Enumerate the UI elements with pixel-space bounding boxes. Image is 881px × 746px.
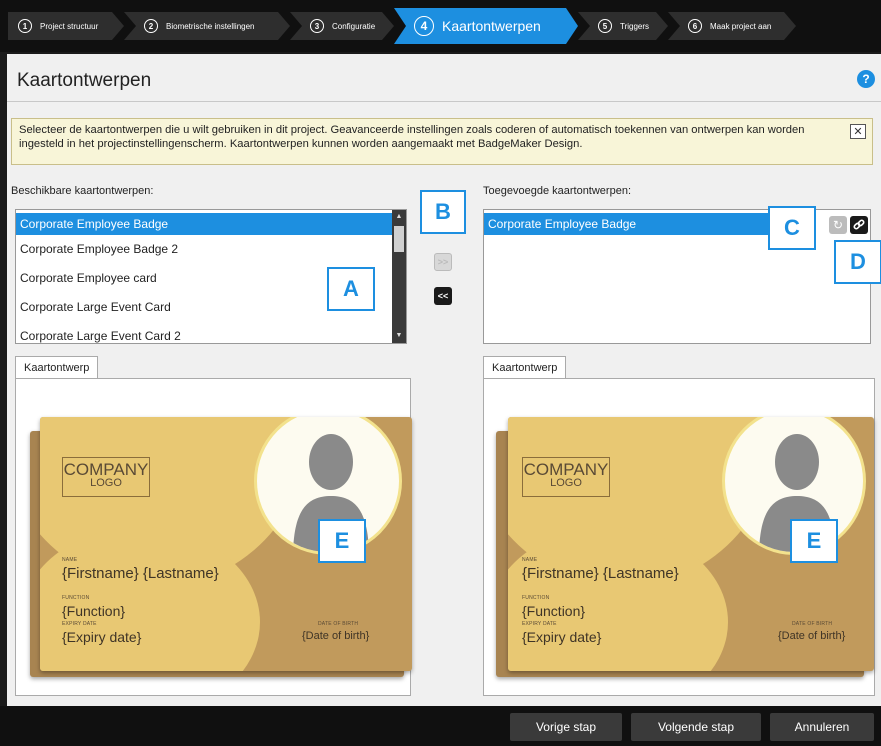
scroll-down-icon[interactable]: ▼ (392, 329, 406, 343)
step-number-5: 5 (598, 19, 612, 33)
company-logo: COMPANY LOGO (522, 457, 610, 497)
remove-design-button[interactable]: << (434, 287, 452, 305)
company-logo: COMPANY LOGO (62, 457, 150, 497)
list-item[interactable]: Corporate Employee Badge (16, 213, 406, 235)
available-designs-label: Beschikbare kaartontwerpen: (11, 185, 154, 197)
main-panel: Kaartontwerpen ? Selecteer de kaartontwe… (7, 54, 881, 706)
function-value: {Function} (62, 603, 126, 619)
callout-a: A (327, 267, 375, 311)
name-label: NAME (522, 557, 538, 563)
step-number-3: 3 (310, 19, 324, 33)
name-value: {Firstname} {Lastname} (62, 565, 219, 582)
refresh-icon[interactable]: ↻ (829, 216, 847, 234)
wizard-step-5[interactable]: 5 Triggers (578, 12, 668, 40)
scrollbar-thumb[interactable] (394, 226, 404, 252)
step-label-2: Biometrische instellingen (166, 21, 255, 31)
list-item[interactable]: Corporate Large Event Card 2 (16, 322, 406, 343)
step-label-1: Project structuur (40, 21, 99, 31)
step-label-3: Configuratie (332, 21, 376, 31)
step-number-6: 6 (688, 19, 702, 33)
expiry-value: {Expiry date} (62, 629, 142, 645)
dob-label: DATE OF BIRTH (792, 621, 833, 627)
step-label-5: Triggers (620, 21, 650, 31)
next-step-button[interactable]: Volgende stap (631, 713, 761, 741)
function-label: FUNCTION (522, 595, 550, 601)
callout-b: B (420, 190, 466, 234)
info-text: Selecteer de kaartontwerpen die u wilt g… (19, 124, 805, 150)
dob-label: DATE OF BIRTH (318, 621, 359, 627)
tab-card-design-right[interactable]: Kaartontwerp (483, 356, 567, 379)
name-label: NAME (62, 557, 78, 563)
step-label-4: Kaartontwerpen (442, 18, 541, 34)
help-icon[interactable]: ? (857, 70, 875, 88)
dob-value: {Date of birth} (302, 630, 370, 642)
function-value: {Function} (522, 603, 586, 619)
scrollbar[interactable]: ▲ ▼ (392, 210, 406, 343)
previous-step-button[interactable]: Vorige stap (510, 713, 622, 741)
tab-card-design-left[interactable]: Kaartontwerp (15, 356, 99, 379)
list-item[interactable]: Corporate Employee Badge (484, 213, 784, 235)
wizard-step-3[interactable]: 3 Configuratie (290, 12, 394, 40)
dob-value: {Date of birth} (778, 630, 846, 642)
step-number-4: 4 (414, 16, 434, 36)
add-design-button[interactable]: >> (434, 253, 452, 271)
info-banner: Selecteer de kaartontwerpen die u wilt g… (11, 118, 873, 165)
added-designs-label: Toegevoegde kaartontwerpen: (483, 185, 631, 197)
close-icon[interactable]: ✕ (850, 124, 866, 139)
callout-e-right: E (790, 519, 838, 563)
name-value: {Firstname} {Lastname} (522, 565, 679, 582)
callout-c: C (768, 206, 816, 250)
logo-line-1: COMPANY (523, 460, 609, 479)
step-label-6: Maak project aan (710, 21, 772, 31)
step-number-1: 1 (18, 19, 32, 33)
expiry-value: {Expiry date} (522, 629, 602, 645)
step-number-2: 2 (144, 19, 158, 33)
wizard-step-6[interactable]: 6 Maak project aan (668, 12, 796, 40)
function-label: FUNCTION (62, 595, 90, 601)
list-item[interactable]: Corporate Employee Badge 2 (16, 235, 406, 264)
page-title: Kaartontwerpen (17, 70, 152, 91)
wizard-step-2[interactable]: 2 Biometrische instellingen (124, 12, 290, 40)
expiry-label: EXPIRY DATE (522, 621, 557, 627)
footer-bar: Vorige stap Volgende stap Annuleren (0, 706, 881, 746)
wizard-step-4[interactable]: 4 Kaartontwerpen (394, 8, 578, 44)
wizard-step-1[interactable]: 1 Project structuur (8, 12, 124, 40)
cancel-button[interactable]: Annuleren (770, 713, 874, 741)
wizard-bar: 1 Project structuur 2 Biometrische inste… (0, 0, 881, 52)
callout-e-left: E (318, 519, 366, 563)
logo-line-2: LOGO (550, 477, 582, 489)
link-icon[interactable] (850, 216, 868, 234)
callout-d: D (834, 240, 881, 284)
logo-line-1: COMPANY (63, 460, 149, 479)
expiry-label: EXPIRY DATE (62, 621, 97, 627)
title-divider (7, 101, 881, 102)
logo-line-2: LOGO (90, 477, 122, 489)
scroll-up-icon[interactable]: ▲ (392, 210, 406, 224)
